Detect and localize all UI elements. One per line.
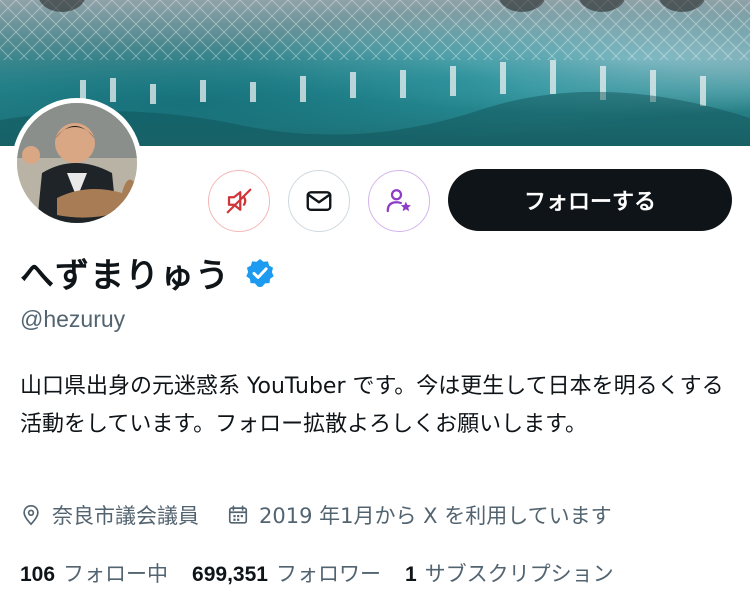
- joined-text: 2019 年1月から X を利用しています: [259, 504, 612, 528]
- location-text: 奈良市議会議員: [52, 504, 199, 528]
- followers-count: 699,351: [192, 563, 268, 586]
- follow-button[interactable]: フォローする: [448, 169, 732, 231]
- message-button[interactable]: [288, 170, 350, 232]
- profile-handle: @hezuruy: [20, 306, 126, 332]
- subscribe-button[interactable]: [368, 170, 430, 232]
- location-item: 奈良市議会議員: [20, 500, 199, 530]
- following-link[interactable]: 106 フォロー中: [20, 558, 168, 588]
- name-row: へずまりゅう: [20, 248, 276, 297]
- subscriptions-count: 1: [404, 563, 417, 586]
- speaker-muted-icon: [226, 188, 252, 214]
- joined-item: 2019 年1月から X を利用しています: [227, 500, 612, 530]
- verified-badge-icon[interactable]: [244, 257, 276, 289]
- envelope-icon: [306, 191, 332, 211]
- display-name: へずまりゅう: [20, 256, 230, 296]
- followers-label: フォロワー: [275, 562, 381, 586]
- following-label: フォロー中: [63, 562, 169, 586]
- profile-bio: 山口県出身の元迷惑系 YouTuber です。今は更生して日本を明るくする活動を…: [20, 374, 724, 437]
- profile-avatar[interactable]: [12, 98, 142, 228]
- mute-button[interactable]: [208, 170, 270, 232]
- avatar-image: [17, 103, 137, 223]
- profile-meta: 奈良市議会議員 2019 年1月から X を利用しています: [20, 500, 640, 530]
- person-star-icon: [386, 189, 411, 213]
- subscriptions-label: サブスクリプション: [424, 562, 614, 586]
- calendar-icon: [228, 505, 248, 524]
- followers-link[interactable]: 699,351 フォロワー: [192, 558, 381, 588]
- following-count: 106: [20, 563, 56, 586]
- profile-stats: 106 フォロー中 699,351 フォロワー 1 サブスクリプション: [20, 558, 638, 588]
- subscriptions-link[interactable]: 1 サブスクリプション: [405, 558, 614, 588]
- location-pin-icon: [23, 505, 39, 526]
